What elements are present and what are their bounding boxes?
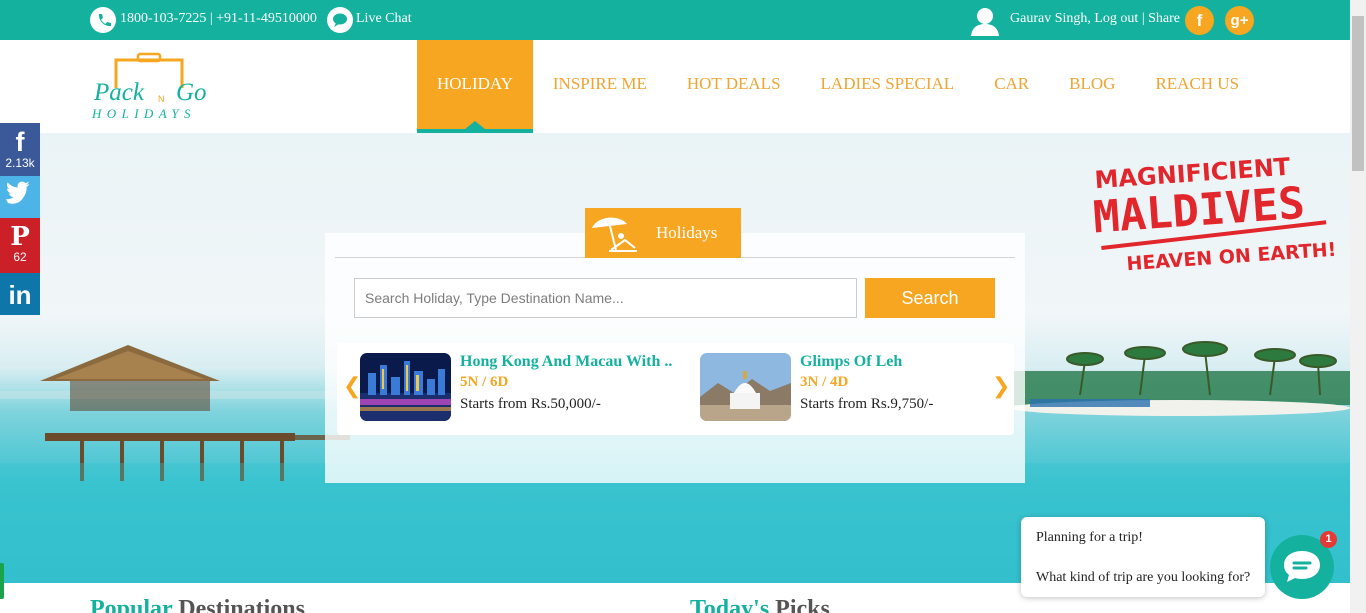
chat-message-line-2: What kind of trip are you looking for? bbox=[1036, 570, 1251, 585]
logo-word-pack: Pack bbox=[93, 79, 145, 106]
chat-unread-badge: 1 bbox=[1320, 531, 1337, 548]
maldives-promo-badge[interactable]: MAGNIFICIENT MALDIVES HEAVEN ON EARTH! bbox=[1085, 140, 1345, 280]
user-avatar-icon bbox=[969, 5, 1001, 37]
top-bar: 1800-103-7225 | +91-11-49510000 Live Cha… bbox=[0, 0, 1350, 40]
todays-picks-heading: Today's Picks bbox=[690, 596, 830, 613]
tab-holidays[interactable]: Holidays bbox=[585, 208, 741, 258]
package-image-hong-kong[interactable] bbox=[360, 353, 451, 421]
nav-inspire-me[interactable]: INSPIRE ME bbox=[533, 40, 667, 133]
feedback-side-tab[interactable] bbox=[0, 563, 4, 599]
live-chat-icon[interactable] bbox=[327, 7, 353, 33]
heading-part-todays: Today's bbox=[690, 596, 770, 613]
package-duration: 3N / 4D bbox=[800, 374, 849, 390]
linkedin-icon: in bbox=[8, 280, 32, 310]
heading-part-picks: Picks bbox=[769, 596, 830, 613]
nav-ladies-special[interactable]: LADIES SPECIAL bbox=[801, 40, 975, 133]
package-image-leh[interactable] bbox=[700, 353, 791, 421]
destination-search-input[interactable] bbox=[354, 278, 857, 318]
nav-hot-deals[interactable]: HOT DEALS bbox=[667, 40, 801, 133]
nav-holiday[interactable]: HOLIDAY bbox=[417, 40, 533, 133]
promo-line-heaven: HEAVEN ON EARTH! bbox=[1126, 239, 1337, 276]
sidebar-pinterest-share[interactable]: P 62 bbox=[0, 218, 40, 273]
sidebar-twitter-share[interactable] bbox=[0, 176, 40, 218]
main-header: Pack N Go HOLIDAYS HOLIDAY INSPIRE ME HO… bbox=[0, 40, 1350, 133]
twitter-icon bbox=[0, 176, 40, 223]
pinterest-share-count: 62 bbox=[13, 250, 27, 264]
package-price: Starts from Rs.50,000/- bbox=[460, 396, 601, 412]
sidebar-linkedin-share[interactable]: in bbox=[0, 273, 40, 315]
nav-car[interactable]: CAR bbox=[974, 40, 1049, 133]
share-google-plus-button[interactable]: g+ bbox=[1225, 6, 1254, 35]
scrollbar-thumb[interactable] bbox=[1352, 16, 1364, 171]
share-facebook-button[interactable]: f bbox=[1185, 6, 1214, 35]
popular-destinations-heading: Popular Destinations bbox=[90, 596, 305, 613]
main-nav: HOLIDAY INSPIRE ME HOT DEALS LADIES SPEC… bbox=[417, 40, 1259, 133]
packngo-logo[interactable]: Pack N Go HOLIDAYS bbox=[91, 52, 222, 122]
nav-reach-us[interactable]: REACH US bbox=[1135, 40, 1259, 133]
pinterest-icon: P bbox=[10, 222, 30, 252]
search-button[interactable]: Search bbox=[865, 278, 995, 318]
live-chat-link[interactable]: Live Chat bbox=[356, 11, 412, 27]
logo-holidays: HOLIDAYS bbox=[92, 106, 196, 121]
logo-letter-n: N bbox=[158, 94, 165, 104]
carousel-next-arrow-icon[interactable]: ❯ bbox=[992, 374, 1010, 399]
sidebar-facebook-share[interactable]: f 2.13k bbox=[0, 123, 40, 176]
chat-greeting-bubble[interactable]: Planning for a trip! What kind of trip a… bbox=[1021, 517, 1265, 597]
phone-numbers: 1800-103-7225 | +91-11-49510000 bbox=[120, 11, 317, 26]
tab-holidays-label: Holidays bbox=[656, 223, 718, 242]
chat-message-line-1: Planning for a trip! bbox=[1036, 530, 1143, 545]
facebook-share-count: 2.13k bbox=[5, 156, 35, 170]
logo-word-go: Go bbox=[176, 79, 207, 106]
package-price: Starts from Rs.9,750/- bbox=[800, 396, 934, 412]
user-logout-share[interactable]: Gaurav Singh, Log out | Share bbox=[1010, 11, 1180, 27]
phone-icon bbox=[90, 7, 116, 33]
package-duration: 5N / 6D bbox=[460, 374, 509, 390]
page-scrollbar[interactable] bbox=[1350, 0, 1366, 613]
heading-part-destinations: Destinations bbox=[172, 596, 305, 613]
nav-blog[interactable]: BLOG bbox=[1049, 40, 1135, 133]
facebook-icon: f bbox=[15, 127, 25, 157]
carousel-prev-arrow-icon[interactable]: ❮ bbox=[343, 374, 361, 399]
heading-part-popular: Popular bbox=[90, 596, 173, 613]
beach-umbrella-icon bbox=[592, 217, 637, 252]
package-title[interactable]: Hong Kong And Macau With .. bbox=[460, 353, 672, 371]
package-title[interactable]: Glimps Of Leh bbox=[800, 353, 902, 371]
